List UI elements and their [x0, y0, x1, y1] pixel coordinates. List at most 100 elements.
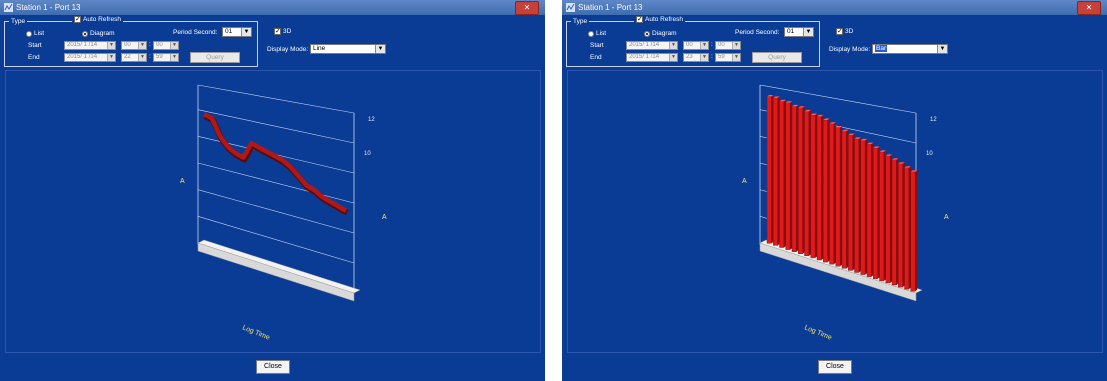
chart-floor-top	[197, 239, 361, 294]
time-separator: :	[711, 41, 713, 48]
start-date-picker[interactable]: 2015/ 1 /14 ▼	[626, 41, 678, 50]
dropdown-arrow-icon: ▼	[937, 45, 947, 53]
x-axis-title: Log Time	[241, 324, 270, 341]
end-hour-select[interactable]: 23 ▼	[683, 53, 709, 62]
y2-axis-title: A	[944, 214, 949, 221]
chart-floor	[197, 242, 355, 302]
start-label: Start	[28, 42, 42, 49]
end-date-picker[interactable]: 2015/ 1 /14 ▼	[64, 53, 116, 62]
bar	[791, 106, 797, 252]
end-date-value: 2015/ 1 /14	[67, 54, 98, 60]
bar	[841, 131, 847, 269]
auto-refresh-checkbox[interactable]: ✓ Auto Refresh	[634, 16, 685, 23]
start-minute-select[interactable]: 00 ▼	[153, 41, 179, 50]
start-date-value: 2015/ 1 /14	[629, 42, 660, 48]
bar	[829, 123, 835, 265]
bar	[860, 140, 866, 275]
auto-refresh-label: Auto Refresh	[83, 16, 121, 23]
bar	[785, 102, 791, 250]
auto-refresh-checkbox[interactable]: ✓ Auto Refresh	[72, 16, 123, 23]
type-radio-diagram[interactable]: Diagram	[644, 30, 677, 37]
bar	[816, 116, 822, 261]
dropdown-arrow-icon: ▼	[669, 42, 677, 49]
dropdown-arrow-icon: ▼	[732, 42, 740, 49]
close-button[interactable]: Close	[818, 360, 852, 374]
window-close-button[interactable]: ✕	[515, 1, 539, 15]
dropdown-arrow-icon: ▼	[241, 28, 251, 36]
display-mode-select[interactable]: Line ▼	[310, 44, 386, 54]
radio-label-list: List	[596, 30, 607, 37]
bar	[898, 163, 903, 288]
bar	[804, 111, 810, 257]
bar	[766, 96, 772, 244]
period-second-label: Period Second:	[735, 29, 780, 36]
end-label: End	[590, 54, 602, 61]
start-date-picker[interactable]: 2015/ 1 /14 ▼	[64, 41, 116, 50]
three-d-checkbox[interactable]: ✓ 3D	[836, 28, 853, 35]
history-chart-bar: 12 10 A A Log Time	[742, 84, 949, 342]
display-mode-value: Line	[313, 45, 326, 52]
checkbox-check-icon: ✓	[836, 28, 843, 35]
dropdown-arrow-icon: ▼	[170, 54, 178, 61]
radio-label-list: List	[34, 30, 45, 37]
y2-axis-title: A	[382, 214, 387, 221]
right-tick-label: 12	[368, 117, 375, 123]
type-radio-diagram[interactable]: Diagram	[82, 30, 115, 37]
period-second-value: 01	[225, 28, 233, 35]
type-group-label: Type	[9, 17, 28, 26]
time-separator: :	[149, 53, 151, 60]
bar-side	[915, 170, 918, 292]
series-line	[202, 112, 348, 213]
dropdown-arrow-icon: ▼	[700, 54, 708, 61]
bar	[779, 101, 785, 248]
dropdown-arrow-icon: ▼	[700, 42, 708, 49]
y-axis-title: A	[180, 178, 185, 185]
checkbox-check-icon: ✓	[74, 16, 81, 23]
start-date-value: 2015/ 1 /14	[67, 42, 98, 48]
dropdown-arrow-icon: ▼	[138, 54, 146, 61]
app-icon	[4, 3, 13, 12]
period-second-select[interactable]: 01 ▼	[784, 27, 814, 37]
end-minute-select[interactable]: 59 ▼	[153, 53, 179, 62]
end-date-picker[interactable]: 2015/ 1 /14 ▼	[626, 53, 678, 62]
start-minute-value: 00	[718, 42, 725, 48]
query-button[interactable]: Query	[190, 52, 240, 63]
end-date-value: 2015/ 1 /14	[629, 54, 660, 60]
radio-label-diagram: Diagram	[652, 30, 677, 37]
dropdown-arrow-icon: ▼	[107, 54, 115, 61]
three-d-checkbox[interactable]: ✓ 3D	[274, 28, 291, 35]
display-mode-select[interactable]: Bar ▼	[872, 44, 948, 54]
right-tick-label: 10	[364, 151, 371, 157]
window-close-button[interactable]: ✕	[1077, 1, 1101, 15]
bar	[873, 147, 878, 279]
bar	[885, 155, 891, 284]
bar	[891, 159, 897, 286]
window-title: Station 1 - Port 13	[16, 3, 81, 12]
radio-dot-icon	[644, 30, 650, 37]
end-minute-value: 59	[156, 54, 163, 60]
start-hour-value: 00	[124, 42, 131, 48]
close-button[interactable]: Close	[256, 360, 290, 374]
time-separator: :	[711, 53, 713, 60]
start-hour-select[interactable]: 00 ▼	[121, 41, 147, 50]
history-chart-line: 12 10 A A Log Time	[180, 84, 387, 342]
bar	[910, 171, 916, 292]
history-window-line: Station 1 - Port 13 ✕ Type ✓ Auto Refres…	[0, 0, 545, 381]
end-hour-select[interactable]: 22 ▼	[121, 53, 147, 62]
start-minute-select[interactable]: 00 ▼	[715, 41, 741, 50]
type-radio-list[interactable]: List	[26, 30, 44, 37]
right-tick-label: 10	[926, 151, 933, 157]
query-button[interactable]: Query	[752, 52, 802, 63]
window-title: Station 1 - Port 13	[578, 3, 643, 12]
display-mode-label: Display Mode:	[267, 46, 309, 53]
three-d-label: 3D	[845, 28, 854, 35]
top-frame-line	[197, 84, 355, 114]
type-radio-list[interactable]: List	[588, 30, 606, 37]
checkbox-check-icon: ✓	[636, 16, 643, 23]
dropdown-arrow-icon: ▼	[732, 54, 740, 61]
end-minute-select[interactable]: 59 ▼	[715, 53, 741, 62]
start-label: Start	[590, 42, 604, 49]
period-second-select[interactable]: 01 ▼	[222, 27, 252, 37]
start-hour-select[interactable]: 00 ▼	[683, 41, 709, 50]
radio-label-diagram: Diagram	[90, 30, 115, 37]
